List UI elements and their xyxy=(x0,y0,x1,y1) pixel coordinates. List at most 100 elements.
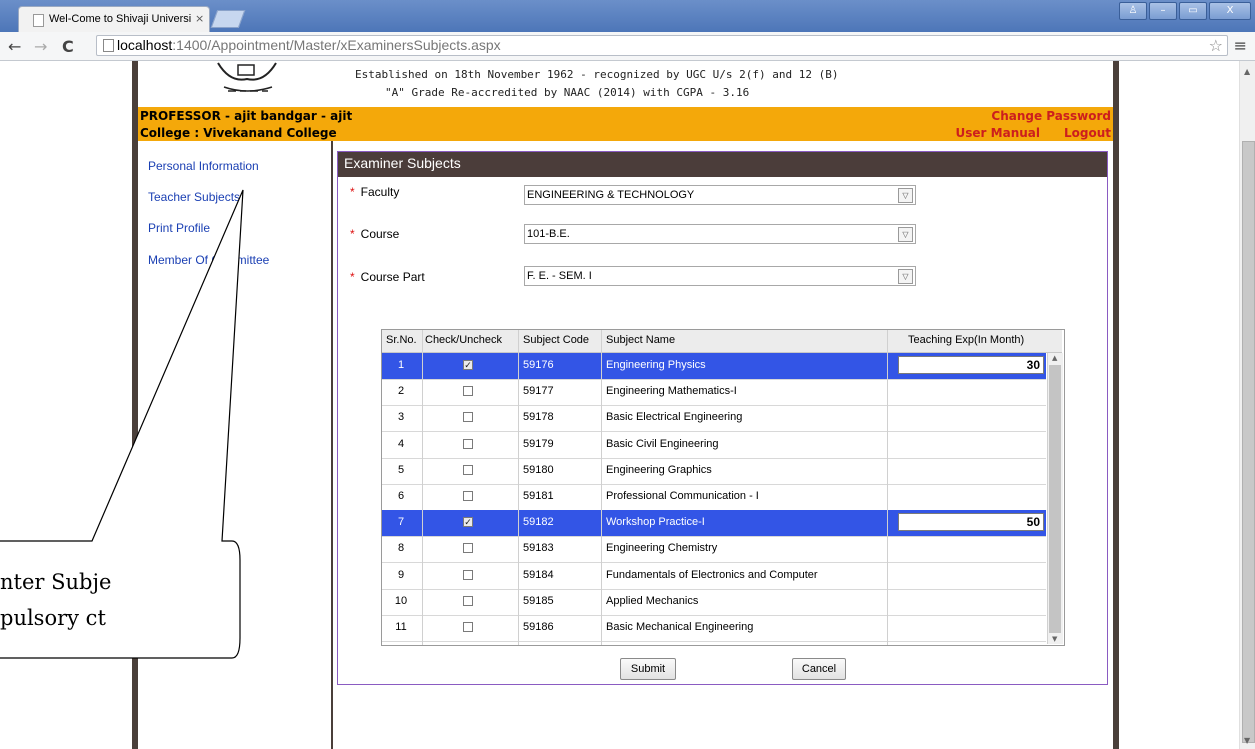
subject-checkbox[interactable] xyxy=(463,386,473,397)
subject-checkbox[interactable] xyxy=(463,595,473,606)
cell-subject-code: 59183 xyxy=(523,542,554,555)
address-bar[interactable]: localhost:1400/Appointment/Master/xExami… xyxy=(96,35,1228,56)
user-role: PROFESSOR - ajit bandgar - ajit xyxy=(140,109,353,123)
cell-subject-name: Workshop Practice-I xyxy=(606,516,705,529)
browser-tab[interactable]: Wel-Come to Shivaji Universi × xyxy=(18,6,210,32)
university-logo xyxy=(217,62,277,92)
change-password-link[interactable]: Change Password xyxy=(991,109,1111,123)
browser-tabstrip: Wel-Come to Shivaji Universi × ♙ – ▭ X xyxy=(0,0,1255,32)
course-select[interactable]: 101-B.E. ▽ xyxy=(524,224,916,244)
subjects-grid: Sr.No. Check/Uncheck Subject Code Subjec… xyxy=(381,329,1065,646)
scroll-up-icon[interactable]: ▲ xyxy=(1244,67,1250,76)
teaching-exp-input[interactable]: 50 xyxy=(898,513,1044,532)
table-row[interactable]: 6 59181 Professional Communication - I xyxy=(382,484,1046,511)
cell-subject-name: Engineering Chemistry xyxy=(606,542,718,555)
sidebar-item-print-profile[interactable]: Print Profile xyxy=(148,221,210,235)
panel-title: Examiner Subjects xyxy=(344,155,461,171)
subject-checkbox[interactable] xyxy=(463,543,473,554)
faculty-label: * Faculty xyxy=(350,185,400,199)
forward-icon[interactable]: → xyxy=(34,37,47,56)
chevron-down-icon[interactable]: ▽ xyxy=(898,227,913,242)
reload-icon[interactable]: C xyxy=(62,37,74,56)
cell-srno: 10 xyxy=(394,594,408,607)
scroll-up-icon[interactable]: ▲ xyxy=(1052,354,1057,362)
minimize-button[interactable]: – xyxy=(1149,2,1177,20)
subject-checkbox[interactable] xyxy=(463,491,473,501)
table-row[interactable]: 2 59177 Engineering Mathematics-I xyxy=(382,379,1046,407)
cell-subject-code: 59185 xyxy=(523,594,554,607)
subject-checkbox[interactable]: ✓ xyxy=(463,360,473,370)
chevron-down-icon[interactable]: ▽ xyxy=(898,188,913,203)
cell-subject-name: Engineering Physics xyxy=(606,359,706,371)
table-row[interactable]: 11 59186 Basic Mechanical Engineering xyxy=(382,615,1046,642)
browser-menu-icon[interactable]: ≡ xyxy=(1234,36,1247,55)
page-scroll-thumb[interactable] xyxy=(1242,141,1255,743)
sidebar-item-member-of-committee[interactable]: Member Of Committee xyxy=(148,253,269,267)
faculty-select[interactable]: ENGINEERING & TECHNOLOGY ▽ xyxy=(524,185,916,205)
subject-checkbox[interactable] xyxy=(463,412,473,423)
cell-subject-name: Engineering Mathematics-I xyxy=(606,385,737,398)
subject-checkbox[interactable]: ✓ xyxy=(463,517,473,528)
submit-button[interactable]: Submit xyxy=(620,658,676,680)
scroll-down-icon[interactable]: ▼ xyxy=(1244,736,1250,745)
sidebar-item-teacher-subjects[interactable]: Teacher Subjects xyxy=(148,190,240,204)
cell-subject-name: Professional Communication - I xyxy=(606,490,759,502)
back-icon[interactable]: ← xyxy=(8,37,21,56)
page-icon xyxy=(103,39,114,52)
user-manual-link[interactable]: User Manual xyxy=(956,126,1040,140)
col-header-check: Check/Uncheck xyxy=(425,334,503,346)
subject-checkbox[interactable] xyxy=(463,438,473,449)
cell-subject-code: 59178 xyxy=(523,411,554,424)
cell-subject-code: 59179 xyxy=(523,437,554,450)
subject-checkbox[interactable] xyxy=(463,464,473,475)
tab-title: Wel-Come to Shivaji Universi xyxy=(49,13,191,25)
close-window-button[interactable]: X xyxy=(1209,2,1251,20)
table-row[interactable]: 5 59180 Engineering Graphics xyxy=(382,458,1046,485)
subject-checkbox[interactable] xyxy=(463,622,473,632)
sidebar: Personal Information Teacher Subjects Pr… xyxy=(138,141,333,749)
cell-srno: 4 xyxy=(397,437,405,450)
column-divider xyxy=(887,330,888,645)
subject-checkbox[interactable] xyxy=(463,569,473,580)
teaching-exp-input[interactable]: 30 xyxy=(898,356,1044,374)
user-icon[interactable]: ♙ xyxy=(1119,2,1147,20)
table-row[interactable]: 9 59184 Fundamentals of Electronics and Co… xyxy=(382,563,1046,590)
table-row[interactable]: 10 59185 Applied Mechanics xyxy=(382,589,1046,616)
grid-scroll-thumb[interactable] xyxy=(1049,365,1061,633)
column-divider xyxy=(601,330,602,645)
cell-srno: 7 xyxy=(397,516,405,529)
user-info-bar: PROFESSOR - ajit bandgar - ajit College … xyxy=(138,107,1113,141)
chevron-down-icon[interactable]: ▽ xyxy=(898,269,913,284)
sidebar-item-personal-information[interactable]: Personal Information xyxy=(148,159,259,173)
page-scrollbar[interactable]: ▲ ▼ xyxy=(1239,61,1255,749)
table-row[interactable]: 1 ✓ 59176 Engineering Physics 30 xyxy=(382,353,1046,380)
college-name: College : Vivekanand College xyxy=(140,126,337,140)
table-row[interactable]: 7 ✓ 59182 Workshop Practice-I 50 xyxy=(382,510,1046,538)
new-tab-button[interactable] xyxy=(210,10,246,28)
logout-link[interactable]: Logout xyxy=(1064,126,1111,140)
callout-text: nter Subje pulsory ct xyxy=(0,570,112,630)
tab-close-icon[interactable]: × xyxy=(195,12,204,25)
col-header-subject-code: Subject Code xyxy=(523,334,590,346)
course-part-label: * Course Part xyxy=(350,270,425,284)
cell-subject-name: Fundamentals of Electronics and Computer xyxy=(606,568,818,581)
table-row[interactable]: 3 59178 Basic Electrical Engineering xyxy=(382,405,1046,433)
page-icon xyxy=(33,14,44,27)
url-text[interactable]: localhost:1400/Appointment/Master/xExami… xyxy=(117,37,501,53)
table-row[interactable]: 4 59179 Basic Civil Engineering xyxy=(382,432,1046,459)
cell-srno: 6 xyxy=(397,490,405,502)
table-row[interactable]: 8 59183 Engineering Chemistry xyxy=(382,536,1046,564)
cancel-button[interactable]: Cancel xyxy=(792,658,846,680)
col-header-srno: Sr.No. xyxy=(386,334,417,346)
cell-srno: 8 xyxy=(397,542,405,555)
grid-scrollbar[interactable]: ▲ ▼ xyxy=(1047,353,1063,644)
cell-subject-code: 59182 xyxy=(523,516,554,529)
bookmark-star-icon[interactable]: ☆ xyxy=(1209,36,1223,55)
cell-subject-name: Basic Mechanical Engineering xyxy=(606,621,754,633)
browser-toolbar: ← → C localhost:1400/Appointment/Master/… xyxy=(0,32,1255,61)
cell-subject-name: Basic Civil Engineering xyxy=(606,437,719,450)
maximize-button[interactable]: ▭ xyxy=(1179,2,1207,20)
course-part-select[interactable]: F. E. - SEM. I ▽ xyxy=(524,266,916,286)
scroll-down-icon[interactable]: ▼ xyxy=(1052,635,1057,643)
column-divider xyxy=(422,330,423,645)
